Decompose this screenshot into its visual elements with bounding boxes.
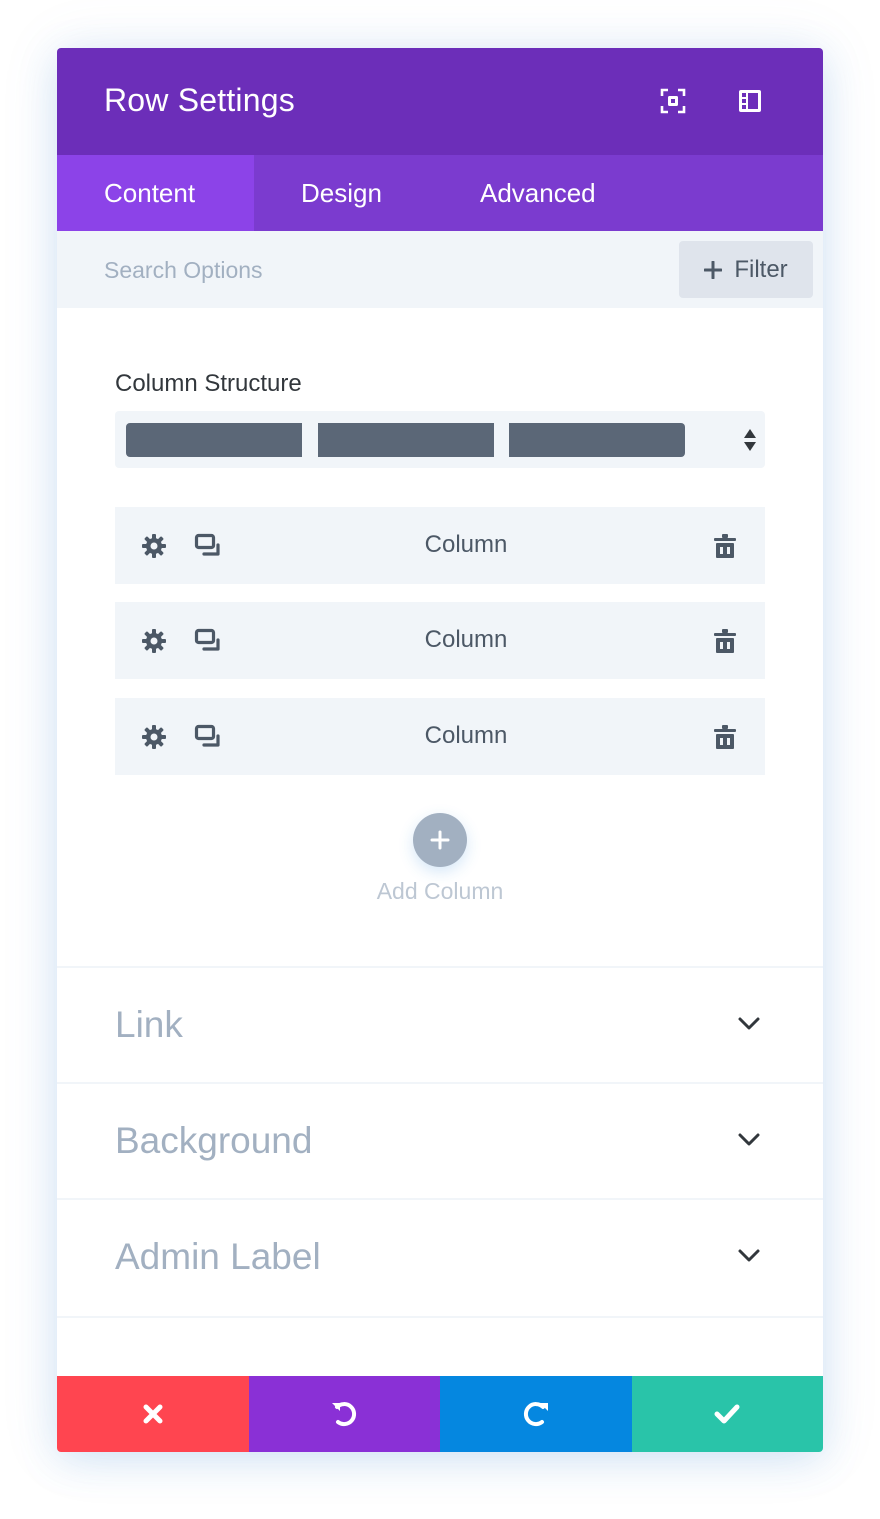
- column-structure-select[interactable]: [115, 411, 765, 468]
- expand-modal-icon[interactable]: [660, 88, 686, 114]
- modal-header[interactable]: Row Settings: [57, 48, 823, 155]
- filter-button[interactable]: Filter: [679, 241, 813, 298]
- modal-footer: [57, 1376, 823, 1452]
- section-divider: [57, 1316, 823, 1376]
- structure-column-block: [126, 423, 302, 457]
- redo-button[interactable]: [440, 1376, 632, 1452]
- section-title: Background: [115, 1120, 313, 1161]
- search-options-input[interactable]: [104, 250, 664, 290]
- select-arrows-icon: [744, 429, 756, 451]
- column-structure-label: Column Structure: [115, 370, 302, 397]
- section-title: Admin Label: [115, 1236, 321, 1277]
- undo-icon: [332, 1402, 357, 1427]
- trash-icon[interactable]: [710, 722, 740, 752]
- structure-column-block: [318, 423, 494, 457]
- plus-icon: [430, 830, 450, 850]
- modal-title: Row Settings: [104, 82, 295, 118]
- cancel-button[interactable]: [57, 1376, 249, 1452]
- tab-design[interactable]: Design: [254, 155, 444, 231]
- trash-icon[interactable]: [710, 531, 740, 561]
- redo-icon: [523, 1402, 548, 1427]
- trash-icon[interactable]: [710, 626, 740, 656]
- section-title: Link: [115, 1004, 183, 1045]
- undo-button[interactable]: [248, 1376, 440, 1452]
- close-icon: [143, 1404, 163, 1424]
- chevron-down-icon: [738, 1249, 760, 1262]
- add-column-button[interactable]: [413, 813, 467, 867]
- tab-content[interactable]: Content: [57, 155, 254, 231]
- chevron-down-icon: [738, 1017, 760, 1030]
- check-icon: [714, 1404, 740, 1424]
- save-button[interactable]: [631, 1376, 823, 1452]
- column-item[interactable]: Column: [115, 507, 765, 584]
- settings-tabs: Content Design Advanced: [57, 155, 823, 231]
- section-admin-label-toggle[interactable]: Admin Label: [57, 1198, 823, 1315]
- chevron-down-icon: [738, 1133, 760, 1146]
- row-settings-modal: Row Settings Content Design Advanced Sea…: [57, 48, 823, 1452]
- filter-label: Filter: [734, 255, 788, 283]
- tab-advanced[interactable]: Advanced: [444, 155, 596, 231]
- add-column-label[interactable]: Add Column: [57, 878, 823, 905]
- plus-icon: [704, 260, 723, 279]
- search-bar: Filter: [57, 231, 823, 308]
- structure-column-block: [509, 423, 685, 457]
- column-item[interactable]: Column: [115, 698, 765, 775]
- section-background-toggle[interactable]: Background: [57, 1082, 823, 1199]
- section-link-toggle[interactable]: Link: [57, 966, 823, 1083]
- sidebar-dock-icon[interactable]: [737, 88, 763, 114]
- column-item[interactable]: Column: [115, 602, 765, 679]
